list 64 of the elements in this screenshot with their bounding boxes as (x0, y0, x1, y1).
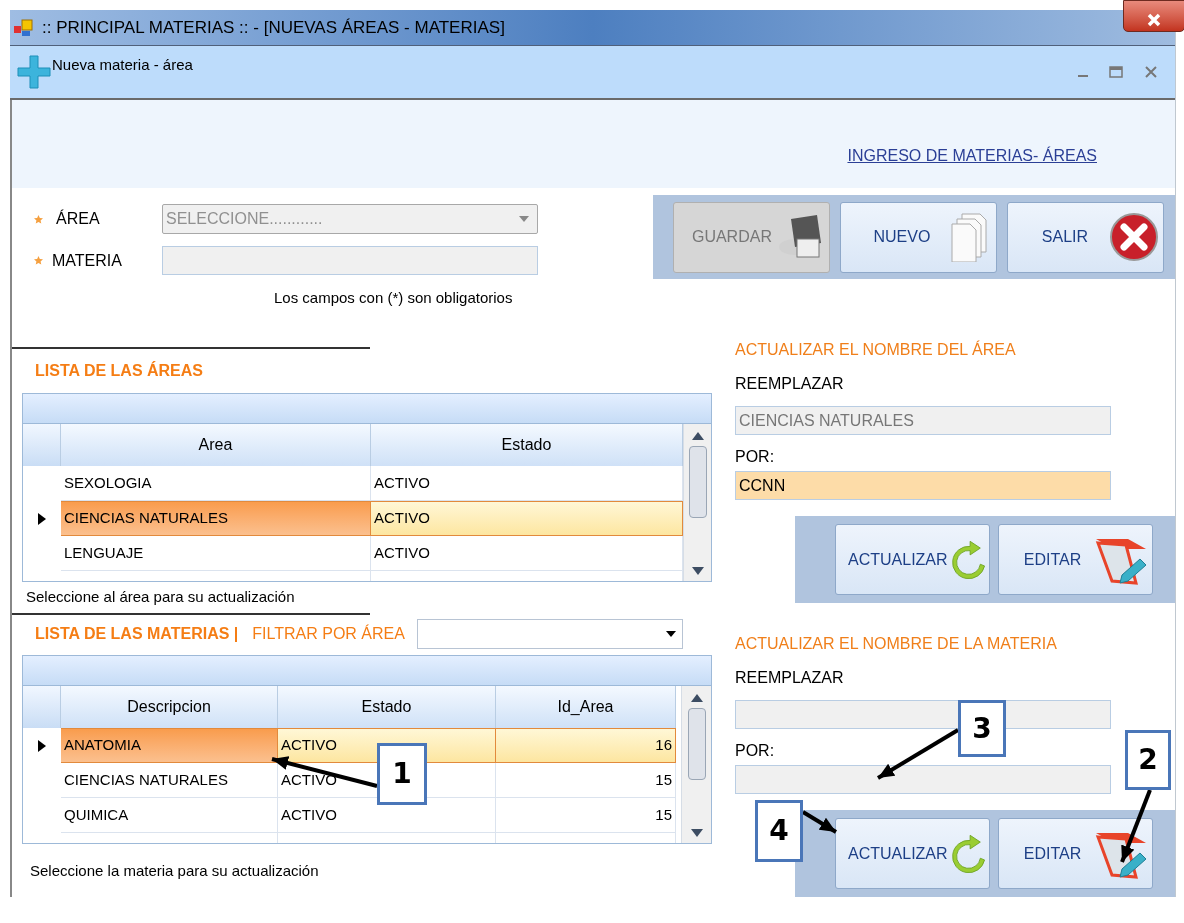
subject-field[interactable] (162, 246, 538, 275)
replacement-field[interactable] (735, 765, 1111, 794)
toolbar-button[interactable]: ACTUALIZAR (835, 818, 990, 889)
close-icon (1109, 212, 1160, 262)
field-label: REEMPLAZAR (735, 668, 844, 688)
section-title: ACTUALIZAR EL NOMBRE DE LA MATERIA (735, 634, 1058, 654)
column-header[interactable]: Descripcion (61, 686, 278, 728)
field-label: ÁREA (55, 208, 101, 229)
scrollbar[interactable] (683, 424, 711, 581)
callout-number: 2 (1125, 730, 1171, 790)
current-row-icon (38, 512, 46, 525)
field-label: REEMPLAZAR (735, 374, 844, 394)
toolbar-button[interactable]: SALIR (1007, 201, 1165, 273)
plus-icon (16, 54, 52, 90)
child-window-title: Nueva materia - área (52, 54, 193, 75)
section-title: LISTA DE LAS ÁREAS (35, 361, 204, 381)
table-cell: LENGUAJE (61, 536, 371, 571)
close-icon[interactable] (1145, 66, 1157, 78)
table-cell: CIENCIAS NATURALES (61, 501, 371, 536)
header-corner (23, 686, 61, 728)
toolbar-button[interactable]: EDITAR (998, 524, 1153, 595)
section-title: LISTA DE LAS MATERIAS | (35, 624, 239, 644)
window-title: :: PRINCIPAL MATERIAS :: - [NUEVAS ÁREAS - MATERIAS] (42, 16, 505, 39)
dropdown-arrow-icon[interactable] (665, 631, 676, 637)
header-link[interactable]: INGRESO DE MATERIAS- ÁREAS (847, 144, 1097, 168)
field-label: POR: (735, 741, 775, 761)
field-label: POR: (735, 447, 775, 467)
current-row-icon (38, 739, 46, 752)
scroll-down-icon[interactable] (691, 567, 704, 575)
column-header[interactable]: Estado (371, 424, 683, 466)
column-header[interactable]: Estado (278, 686, 496, 728)
replacement-field[interactable]: CCNN (735, 471, 1111, 500)
table-cell: 16 (496, 728, 676, 763)
app-icon (12, 18, 34, 37)
required-note: Los campos con (*) son obligatorios (274, 288, 514, 308)
table-cell: ACTIVO (371, 536, 683, 571)
scroll-down-icon[interactable] (690, 829, 703, 837)
header-corner (23, 424, 61, 466)
section-title: ACTUALIZAR EL NOMBRE DEL ÁREA (735, 340, 1017, 360)
close-button[interactable] (1123, 0, 1184, 32)
grid-note: Seleccione al área para su actualización (26, 587, 296, 607)
maximize-icon[interactable] (1109, 66, 1123, 78)
table-cell: ACTIVO (371, 501, 683, 536)
callout-number: 4 (755, 800, 803, 862)
callout-number: 1 (377, 743, 427, 805)
toolbar-button[interactable]: EDITAR (998, 818, 1153, 889)
scroll-up-icon[interactable] (691, 432, 704, 440)
callout-arrow (801, 810, 838, 834)
column-header[interactable]: Id_Area (496, 686, 676, 728)
grid-note: Seleccione la materia para su actualización (30, 861, 320, 881)
scroll-up-icon[interactable] (690, 694, 703, 702)
table-cell: ANATOMIA (61, 728, 278, 763)
replace-field[interactable]: CIENCIAS NATURALES (735, 406, 1111, 435)
table-cell: 15 (496, 798, 676, 833)
table-cell: CIENCIAS NATURALES (61, 763, 278, 798)
table-cell: 15 (496, 763, 676, 798)
column-header[interactable]: Area (61, 424, 371, 466)
toolbar-button[interactable]: ACTUALIZAR (835, 524, 990, 595)
toolbar-button[interactable]: NUEVO (840, 201, 998, 273)
callout-number: 3 (958, 700, 1006, 757)
table-cell: QUIMICA (61, 798, 278, 833)
filter-label: FILTRAR POR ÁREA (252, 623, 405, 644)
scrollbar[interactable] (681, 686, 711, 843)
field-label: MATERIA (51, 250, 123, 271)
